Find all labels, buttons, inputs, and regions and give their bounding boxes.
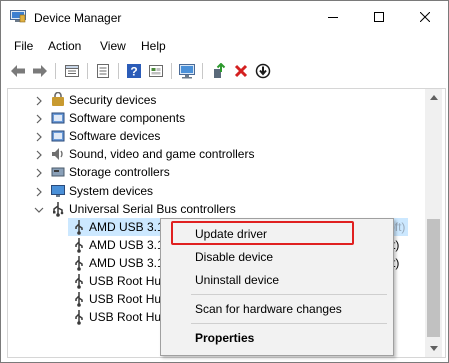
- usb-device-label: AMD USB 3.10: [89, 255, 171, 270]
- back-button[interactable]: [9, 62, 27, 80]
- properties-sheet-icon: [65, 65, 79, 77]
- list-view-icon: [97, 64, 109, 78]
- vertical-scrollbar[interactable]: [425, 89, 442, 357]
- scan-monitor-button[interactable]: [178, 62, 196, 80]
- menu-help[interactable]: Help: [141, 39, 166, 53]
- tree-category-label: Software components: [69, 111, 186, 126]
- device-manager-app-icon: [10, 10, 26, 23]
- chevron-right-icon[interactable]: [34, 113, 44, 124]
- tree-category-label: System devices: [69, 183, 154, 198]
- maximize-icon: [374, 12, 384, 22]
- chevron-right-icon[interactable]: [34, 95, 44, 106]
- scroll-down-button[interactable]: [425, 340, 442, 357]
- maximize-button[interactable]: [356, 1, 402, 33]
- window-title: Device Manager: [34, 11, 122, 25]
- usb-device-label: USB Root Hub: [89, 292, 168, 307]
- properties-button[interactable]: [63, 62, 81, 80]
- chevron-down-icon[interactable]: [34, 204, 44, 214]
- show-hidden-icon: [149, 65, 163, 77]
- menu-separator: [191, 323, 387, 324]
- uninstall-x-icon: [234, 64, 248, 78]
- scroll-up-arrow-icon: [429, 95, 438, 100]
- tree-category-row[interactable]: System devices: [8, 182, 418, 200]
- forward-arrow-icon: [33, 65, 47, 77]
- toolbar-separator: [87, 63, 88, 79]
- usb-plug-icon: [71, 255, 87, 271]
- menu-view[interactable]: View: [100, 39, 126, 53]
- menu-action[interactable]: Action: [48, 39, 81, 53]
- tree-category-row[interactable]: Universal Serial Bus controllers: [8, 200, 418, 218]
- usb-plug-icon: [71, 309, 87, 325]
- toolbar-separator: [118, 63, 119, 79]
- toolbar: ?: [1, 59, 448, 84]
- title-bar[interactable]: Device Manager: [1, 1, 448, 33]
- tree-category-row[interactable]: Security devices: [8, 91, 418, 109]
- show-hidden-button[interactable]: [147, 62, 165, 80]
- tree-category-label: Security devices: [69, 93, 157, 107]
- properties-menu-item[interactable]: Properties: [161, 327, 393, 349]
- chevron-right-icon[interactable]: [34, 186, 44, 196]
- svg-text:?: ?: [130, 65, 137, 79]
- menu-file[interactable]: File: [14, 39, 33, 53]
- usb-device-label: AMD USB 3.10: [89, 237, 171, 252]
- update-driver-highlight: [171, 221, 354, 245]
- system-device-icon: [50, 183, 66, 199]
- properties-label: Properties: [195, 331, 255, 345]
- tree-category-row[interactable]: Storage controllers: [8, 163, 418, 181]
- tree-category-label: Sound, video and game controllers: [69, 147, 255, 162]
- toolbar-separator: [171, 63, 172, 79]
- add-driver-icon: [214, 63, 226, 78]
- tree-category-label: Storage controllers: [69, 165, 170, 180]
- software-component-icon: [50, 110, 66, 126]
- usb-plug-icon: [71, 273, 87, 289]
- tree-category-row[interactable]: Software devices: [8, 127, 418, 145]
- scrollbar-thumb[interactable]: [427, 219, 440, 337]
- toolbar-separator: [202, 63, 203, 79]
- help-button[interactable]: ?: [125, 62, 143, 80]
- usb-device-label: AMD USB 3.10: [89, 219, 171, 234]
- download-driver-button[interactable]: [254, 62, 272, 80]
- download-circle-icon: [255, 63, 271, 79]
- menu-separator: [191, 294, 387, 295]
- usb-device-label: USB Root Hub: [89, 274, 168, 288]
- uninstall-device-label: Uninstall device: [195, 273, 280, 287]
- forward-button[interactable]: [31, 62, 49, 80]
- uninstall-toolbar-button[interactable]: [232, 62, 250, 80]
- scan-hardware-menu-item[interactable]: Scan for hardware changes: [161, 298, 393, 320]
- chevron-right-icon[interactable]: [34, 131, 44, 142]
- security-device-icon: [50, 91, 66, 108]
- scroll-up-button[interactable]: [425, 89, 442, 106]
- scroll-down-arrow-icon: [429, 346, 438, 351]
- usb-plug-icon: [71, 291, 87, 307]
- tree-category-row[interactable]: Software components: [8, 109, 418, 127]
- usb-device-label: USB Root Hub: [89, 310, 168, 325]
- software-device-icon: [50, 128, 66, 144]
- close-button[interactable]: [402, 1, 448, 33]
- list-view-button[interactable]: [94, 62, 112, 80]
- update-driver-toolbar-button[interactable]: [210, 62, 228, 80]
- tree-category-label: Universal Serial Bus controllers: [69, 201, 236, 216]
- uninstall-device-menu-item[interactable]: Uninstall device: [161, 269, 393, 291]
- scan-hardware-label: Scan for hardware changes: [195, 302, 342, 316]
- storage-controller-icon: [50, 164, 66, 180]
- usb-controller-icon: [50, 201, 66, 217]
- minimize-icon: [328, 17, 338, 18]
- menu-bar: File Action View Help: [1, 36, 448, 58]
- monitor-icon: [179, 64, 195, 79]
- chevron-right-icon[interactable]: [34, 167, 44, 178]
- tree-category-label: Software devices: [69, 129, 161, 144]
- minimize-button[interactable]: [310, 1, 356, 33]
- toolbar-separator: [55, 63, 56, 79]
- back-arrow-icon: [11, 65, 25, 77]
- tree-category-row[interactable]: Sound, video and game controllers: [8, 145, 418, 163]
- close-icon: [420, 12, 430, 22]
- disable-device-menu-item[interactable]: Disable device: [161, 246, 393, 268]
- usb-plug-icon: [71, 237, 87, 253]
- device-manager-window: Device Manager File Action View Help ? S…: [0, 0, 449, 363]
- chevron-right-icon[interactable]: [34, 149, 44, 160]
- help-icon: ?: [127, 64, 141, 79]
- speaker-icon: [50, 146, 66, 162]
- disable-device-label: Disable device: [195, 250, 274, 264]
- usb-plug-icon: [71, 219, 87, 235]
